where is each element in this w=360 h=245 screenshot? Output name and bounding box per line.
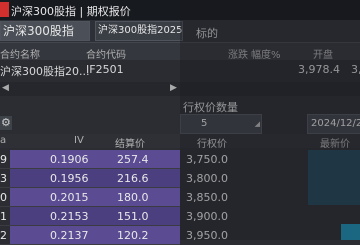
scroll-left-icon[interactable]: ◀ (2, 83, 9, 93)
call-side-block (10, 188, 180, 206)
window-title: 沪深300股指 | 期权报价 (11, 5, 131, 18)
quote-code: IF2501 (86, 63, 124, 76)
index-select[interactable]: 沪深300股指 (0, 21, 90, 41)
cell-settle: 151.0 (117, 210, 149, 223)
call-side-block (10, 169, 180, 187)
cell-settle: 120.2 (117, 229, 149, 242)
cell-settle: 257.4 (117, 153, 149, 166)
contract-select[interactable]: 沪深300股指202501 (95, 21, 183, 41)
app-logo-icon (0, 2, 9, 17)
cell-a: 2 (0, 229, 7, 242)
cell-iv: 0.2137 (50, 229, 89, 242)
call-side-block (10, 150, 180, 168)
options-col-settle: 结算价 (115, 139, 145, 150)
header-code: 合约代码 (86, 50, 126, 61)
cell-a: 3 (0, 172, 7, 185)
cell-iv: 0.2153 (50, 210, 89, 223)
header-name: 合约名称 (0, 50, 40, 61)
contract-select-label: 沪深300股指202501 (98, 25, 183, 36)
call-side-block (10, 226, 180, 244)
cell-settle: 216.6 (117, 172, 149, 185)
settings-button[interactable]: ⚙ (0, 116, 12, 130)
cell-iv: 0.1906 (50, 153, 89, 166)
cell-a: 1 (0, 210, 7, 223)
cell-iv: 0.1956 (50, 172, 89, 185)
options-col-iv: IV (74, 135, 84, 146)
cell-settle: 180.0 (117, 191, 149, 204)
scroll-right-icon[interactable]: ▶ (170, 83, 177, 93)
cell-iv: 0.2015 (50, 191, 89, 204)
quote-name: 沪深300股指20... (0, 65, 90, 78)
call-side-block (10, 207, 180, 225)
index-select-label: 沪深300股指 (3, 24, 74, 38)
cell-a: 0 (0, 191, 7, 204)
gear-icon: ⚙ (1, 116, 11, 129)
options-col-a: a (0, 135, 7, 146)
cell-a: 9 (0, 153, 7, 166)
dim-overlay (180, 0, 360, 240)
